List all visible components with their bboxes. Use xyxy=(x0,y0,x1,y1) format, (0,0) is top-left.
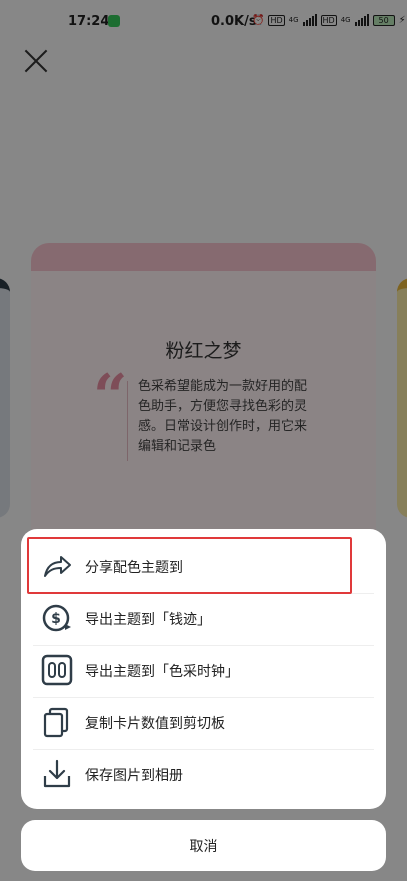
cancel-button[interactable]: 取消 xyxy=(21,820,386,871)
export-clock-label: 导出主题到「色采时钟」 xyxy=(85,664,239,680)
action-sheet: 分享配色主题到 $ 导出主题到「钱迹」 导出主题到「色采时钟」 复制卡片数值到剪… xyxy=(21,529,386,809)
export-clock-item[interactable]: 导出主题到「色采时钟」 xyxy=(33,644,374,696)
export-qianji-item[interactable]: $ 导出主题到「钱迹」 xyxy=(33,592,374,644)
export-qianji-label: 导出主题到「钱迹」 xyxy=(85,612,211,628)
svg-text:$: $ xyxy=(51,611,61,627)
cancel-label: 取消 xyxy=(189,839,218,855)
save-image-item[interactable]: 保存图片到相册 xyxy=(33,748,374,800)
clock-00-icon xyxy=(41,654,73,686)
highlight-box xyxy=(27,537,352,594)
save-image-label: 保存图片到相册 xyxy=(85,768,183,784)
copy-values-item[interactable]: 复制卡片数值到剪切板 xyxy=(33,696,374,748)
copy-values-label: 复制卡片数值到剪切板 xyxy=(85,716,225,732)
money-export-icon: $ xyxy=(42,604,71,632)
download-icon xyxy=(43,759,71,788)
copy-icon xyxy=(43,707,69,738)
